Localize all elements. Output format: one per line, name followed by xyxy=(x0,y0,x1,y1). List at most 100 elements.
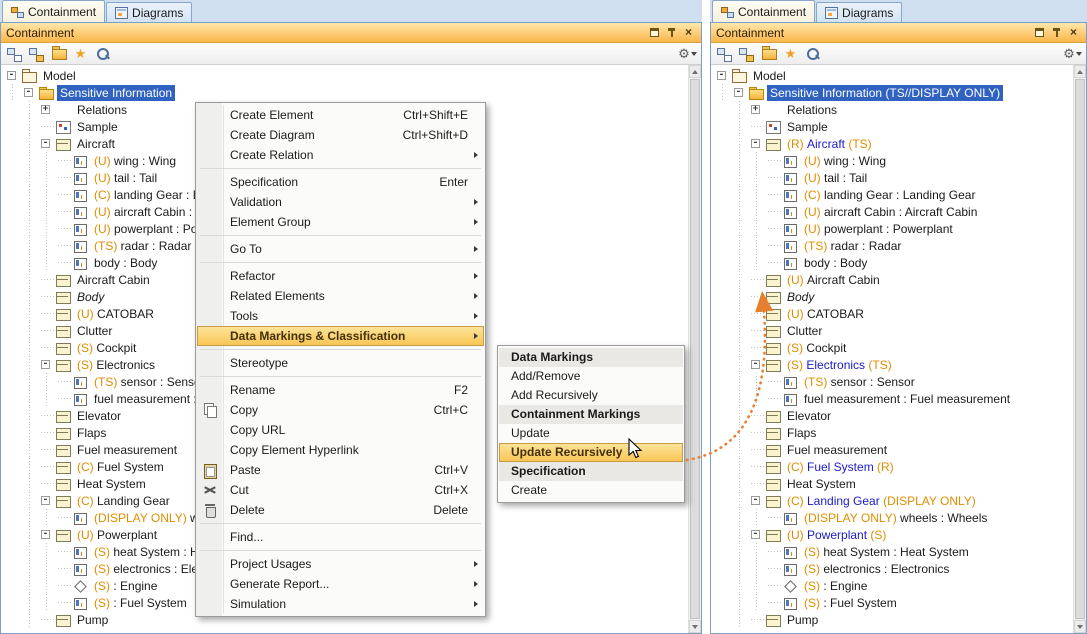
close-button[interactable]: × xyxy=(681,26,696,40)
tree-row-relations[interactable]: +Relations xyxy=(714,101,1073,118)
tree-row-radar-radar[interactable]: (TS) radar : Radar xyxy=(714,237,1073,254)
tree-row-elevator[interactable]: Elevator xyxy=(714,407,1073,424)
menu-item-delete[interactable]: DeleteDelete xyxy=(197,500,484,520)
tree-row-model[interactable]: -Model xyxy=(714,67,1073,84)
tree-row-sensor-sensor[interactable]: (TS) sensor : Sensor xyxy=(714,373,1073,390)
submenu-item-update[interactable]: Update xyxy=(499,424,683,443)
tree-row-clutter[interactable]: Clutter xyxy=(714,322,1073,339)
collapse-toggle-icon[interactable]: - xyxy=(734,88,743,97)
collapse-toggle-icon[interactable]: - xyxy=(41,139,50,148)
scroll-up-button[interactable] xyxy=(689,65,701,78)
menu-item-copy[interactable]: CopyCtrl+C xyxy=(197,400,484,420)
menu-item-paste[interactable]: PasteCtrl+V xyxy=(197,460,484,480)
menu-item-cut[interactable]: CutCtrl+X xyxy=(197,480,484,500)
menu-item-copy-element-hyperlink[interactable]: Copy Element Hyperlink xyxy=(197,440,484,460)
open-folder-button[interactable] xyxy=(758,44,779,63)
scroll-down-button[interactable] xyxy=(689,620,701,633)
tree-row-fuel-system[interactable]: (S) : Fuel System xyxy=(714,594,1073,611)
tab-containment[interactable]: Containment xyxy=(2,0,105,22)
collapse-toggle-icon[interactable]: - xyxy=(751,360,760,369)
tree-row-fuel-measurement-fuel-measurement[interactable]: fuel measurement : Fuel measurement xyxy=(714,390,1073,407)
scrollbar-thumb[interactable] xyxy=(690,79,700,619)
favorites-star-button[interactable]: ★ xyxy=(70,44,91,63)
tree-row-tail-tail[interactable]: (U) tail : Tail xyxy=(714,169,1073,186)
panel-options-button[interactable]: ⚙ xyxy=(677,44,698,63)
menu-item-refactor[interactable]: Refactor xyxy=(197,266,484,286)
tab-diagrams[interactable]: Diagrams xyxy=(816,2,902,22)
menu-item-tools[interactable]: Tools xyxy=(197,306,484,326)
float-button[interactable] xyxy=(647,26,662,40)
panel-options-button[interactable]: ⚙ xyxy=(1062,44,1083,63)
tree-row-powerplant[interactable]: -(U) Powerplant (S) xyxy=(714,526,1073,543)
search-button[interactable] xyxy=(802,44,823,63)
tree-row-electronics[interactable]: -(S) Electronics (TS) xyxy=(714,356,1073,373)
scrollbar-thumb[interactable] xyxy=(1075,79,1085,619)
collapse-toggle-icon[interactable]: - xyxy=(41,496,50,505)
tree-row-wing-wing[interactable]: (U) wing : Wing xyxy=(714,152,1073,169)
tree-row-fuel-system[interactable]: (C) Fuel System (R) xyxy=(714,458,1073,475)
float-button[interactable] xyxy=(1032,26,1047,40)
menu-item-generate-report[interactable]: Generate Report... xyxy=(197,574,484,594)
expand-toggle-icon[interactable]: + xyxy=(751,105,760,114)
tree-row-catobar[interactable]: (U) CATOBAR xyxy=(714,305,1073,322)
tree-row-landing-gear-landing-gear[interactable]: (C) landing Gear : Landing Gear xyxy=(714,186,1073,203)
collapse-toggle-icon[interactable]: - xyxy=(41,530,50,539)
scroll-up-button[interactable] xyxy=(1074,65,1086,78)
menu-item-simulation[interactable]: Simulation xyxy=(197,594,484,614)
menu-item-go-to[interactable]: Go To xyxy=(197,239,484,259)
tab-containment[interactable]: Containment xyxy=(712,0,815,22)
pin-button[interactable] xyxy=(664,26,679,40)
favorites-star-button[interactable]: ★ xyxy=(780,44,801,63)
menu-item-project-usages[interactable]: Project Usages xyxy=(197,554,484,574)
tree-row-flaps[interactable]: Flaps xyxy=(714,424,1073,441)
tree-row-body[interactable]: Body xyxy=(714,288,1073,305)
menu-item-data-markings-classification[interactable]: Data Markings & Classification xyxy=(197,326,484,346)
tree-row-sample[interactable]: Sample xyxy=(714,118,1073,135)
open-folder-button[interactable] xyxy=(48,44,69,63)
menu-item-element-group[interactable]: Element Group xyxy=(197,212,484,232)
menu-item-specification[interactable]: SpecificationEnter xyxy=(197,172,484,192)
pin-button[interactable] xyxy=(1049,26,1064,40)
scroll-down-button[interactable] xyxy=(1074,620,1086,633)
collapse-all-button[interactable] xyxy=(4,44,25,63)
expand-toggle-icon[interactable]: + xyxy=(41,105,50,114)
tree-row-fuel-measurement[interactable]: Fuel measurement xyxy=(714,441,1073,458)
tree-row-pump[interactable]: Pump xyxy=(714,611,1073,628)
tree-row-engine[interactable]: (S) : Engine xyxy=(714,577,1073,594)
tree-row-heat-system-heat-system[interactable]: (S) heat System : Heat System xyxy=(714,543,1073,560)
menu-item-stereotype[interactable]: Stereotype xyxy=(197,353,484,373)
tree-row-aircraft[interactable]: -(R) Aircraft (TS) xyxy=(714,135,1073,152)
tree-row-cockpit[interactable]: (S) Cockpit xyxy=(714,339,1073,356)
tree-row-aircraft-cabin[interactable]: (U) Aircraft Cabin xyxy=(714,271,1073,288)
collapse-toggle-icon[interactable]: - xyxy=(751,496,760,505)
tree-row-heat-system[interactable]: Heat System xyxy=(714,475,1073,492)
close-button[interactable]: × xyxy=(1066,26,1081,40)
menu-item-create-diagram[interactable]: Create DiagramCtrl+Shift+D xyxy=(197,125,484,145)
tree-row-landing-gear[interactable]: -(C) Landing Gear (DISPLAY ONLY) xyxy=(714,492,1073,509)
expand-all-button[interactable] xyxy=(736,44,757,63)
submenu-item-create[interactable]: Create xyxy=(499,481,683,500)
tab-diagrams[interactable]: Diagrams xyxy=(106,2,192,22)
submenu-item-add-recursively[interactable]: Add Recursively xyxy=(499,386,683,405)
collapse-toggle-icon[interactable]: - xyxy=(24,88,33,97)
collapse-all-button[interactable] xyxy=(714,44,735,63)
menu-item-related-elements[interactable]: Related Elements xyxy=(197,286,484,306)
tree-row-sensitive-information[interactable]: -Sensitive Information xyxy=(4,84,688,101)
tree-row-powerplant-powerplant[interactable]: (U) powerplant : Powerplant xyxy=(714,220,1073,237)
tree-row-wheels-wheels[interactable]: (DISPLAY ONLY) wheels : Wheels xyxy=(714,509,1073,526)
tree-row-aircraft-cabin-aircraft-cabin[interactable]: (U) aircraft Cabin : Aircraft Cabin xyxy=(714,203,1073,220)
expand-all-button[interactable] xyxy=(26,44,47,63)
collapse-toggle-icon[interactable]: - xyxy=(751,530,760,539)
submenu-item-update-recursively[interactable]: Update Recursively xyxy=(499,443,683,462)
collapse-toggle-icon[interactable]: - xyxy=(717,71,726,80)
menu-item-find[interactable]: Find... xyxy=(197,527,484,547)
vertical-scrollbar[interactable] xyxy=(688,65,701,633)
submenu-item-add-remove[interactable]: Add/Remove xyxy=(499,367,683,386)
collapse-toggle-icon[interactable]: - xyxy=(7,71,16,80)
collapse-toggle-icon[interactable]: - xyxy=(41,360,50,369)
collapse-toggle-icon[interactable]: - xyxy=(751,139,760,148)
vertical-scrollbar[interactable] xyxy=(1073,65,1086,633)
tree-row-model[interactable]: -Model xyxy=(4,67,688,84)
menu-item-create-relation[interactable]: Create Relation xyxy=(197,145,484,165)
menu-item-rename[interactable]: RenameF2 xyxy=(197,380,484,400)
